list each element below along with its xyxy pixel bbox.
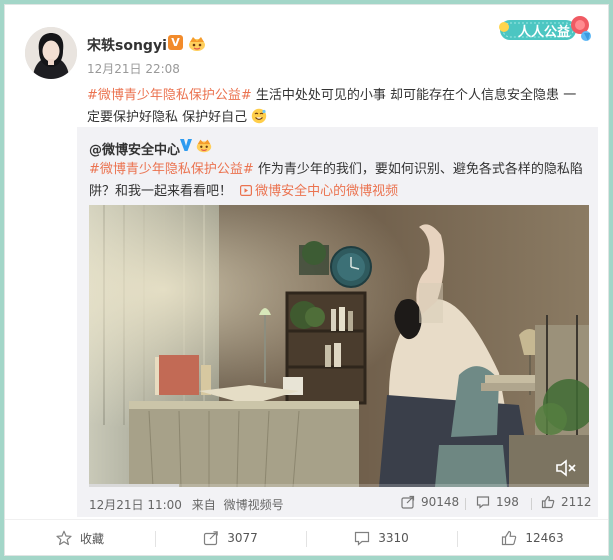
video-player[interactable] <box>89 205 589 487</box>
crown-badge-icon <box>189 37 205 51</box>
repost-source[interactable]: 微博视频号 <box>224 498 284 512</box>
comment-count: 3310 <box>378 531 409 545</box>
thumbs-up-icon <box>502 530 517 546</box>
repost-source-prefix: 来自 <box>191 498 216 512</box>
repost-like-count: 2112 <box>561 495 592 509</box>
star-icon <box>56 530 72 546</box>
video-progress-fill <box>89 484 179 487</box>
like-button[interactable]: 12463 <box>457 520 608 556</box>
post-text: #微博青少年隐私保护公益# 生活中处处可见的小事 却可能存在个人信息安全隐患 一… <box>87 85 587 129</box>
avatar[interactable] <box>25 27 77 79</box>
weibo-post-card: 宋轶songyi V 人人公益 12月21日 22:08 #微博青少年隐私保护公… <box>4 4 609 556</box>
post-timestamp[interactable]: 12月21日 22:08 <box>87 60 180 77</box>
repost-timestamp[interactable]: 12月21日 11:00 <box>89 498 182 512</box>
repost-text: #微博青少年隐私保护公益# 作为青少年的我们，要如何识别、避免各式各样的隐私陷阱… <box>89 159 589 203</box>
comment-icon <box>355 531 370 546</box>
video-link-text[interactable]: 微博安全中心的微博视频 <box>255 184 398 199</box>
repost-count: 3077 <box>227 531 258 545</box>
repost-footer: 12月21日 11:00 来自 微博视频号 90148 198 2112 <box>89 495 592 513</box>
smiling-face-icon <box>252 108 267 124</box>
repost-username[interactable]: @微博安全中心 <box>89 139 180 158</box>
like-count: 12463 <box>525 531 564 545</box>
share-icon <box>401 495 415 509</box>
blue-verified-v-icon <box>180 139 192 151</box>
favorite-label: 收藏 <box>79 531 104 546</box>
divider <box>465 498 466 510</box>
repost-like-button[interactable]: 2112 <box>541 495 592 509</box>
comment-button[interactable]: 3310 <box>306 520 457 556</box>
renren-badge-label: 人人公益 <box>518 25 571 40</box>
repost-button[interactable]: 3077 <box>155 520 306 556</box>
repost-repost-button[interactable]: 90148 <box>401 495 459 509</box>
repost-repost-count: 90148 <box>421 495 460 509</box>
favorite-button[interactable]: 收藏 <box>5 520 155 556</box>
divider <box>531 498 532 510</box>
video-frame <box>89 205 589 487</box>
video-progress-bar[interactable] <box>89 484 589 487</box>
thumbs-up-icon <box>541 495 555 509</box>
verified-v-icon: V <box>168 35 183 50</box>
share-icon <box>204 531 219 546</box>
repost-meta: 12月21日 11:00 来自 微博视频号 <box>89 496 284 513</box>
video-link-icon <box>240 185 253 197</box>
video-link[interactable]: 微博安全中心的微博视频 <box>236 184 398 199</box>
repost-comment-button[interactable]: 198 <box>476 495 519 509</box>
repost-hashtag[interactable]: #微博青少年隐私保护公益# <box>89 162 254 177</box>
post-hashtag[interactable]: #微博青少年隐私保护公益# <box>87 88 252 103</box>
renren-gongyi-badge[interactable]: 人人公益 <box>490 15 594 45</box>
crown-badge-icon <box>196 139 212 153</box>
comment-icon <box>476 496 490 509</box>
post-username[interactable]: 宋轶songyi <box>87 35 167 55</box>
repost-comment-count: 198 <box>496 495 519 509</box>
action-bar: 收藏 3077 3310 12463 <box>5 519 608 555</box>
reposted-weibo: @微博安全中心 #微博青少年隐私保护公益# 作为青少年的我们，要如何识别、避免各… <box>77 127 598 517</box>
mute-icon[interactable] <box>555 459 577 477</box>
